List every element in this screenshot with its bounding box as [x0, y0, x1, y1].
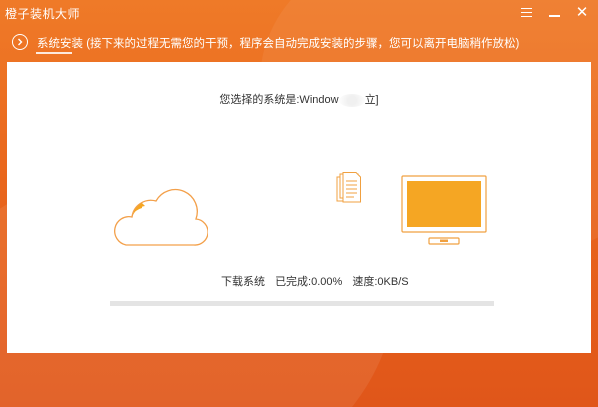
- status-completed: 已完成:0.00%: [275, 276, 343, 288]
- cloud-icon: [114, 188, 208, 246]
- chevron-right-circle-icon: [12, 34, 28, 50]
- redacted-blur: [338, 93, 365, 107]
- minimize-button[interactable]: [543, 2, 565, 22]
- app-window: 橙子装机大师 ✕ 系统安装 (接下来的过程无需您的干预，程序会自动完成安装的步骤…: [0, 0, 598, 407]
- step-bar: 系统安装 (接下来的过程无需您的干预，程序会自动完成安装的步骤，您可以离开电脑稍…: [0, 28, 598, 56]
- status-speed: 速度:0KB/S: [352, 276, 409, 288]
- menu-icon: [520, 7, 532, 17]
- download-status: 下载系统 已完成:0.00% 速度:0KB/S: [221, 273, 416, 289]
- download-progress-bar: [110, 301, 494, 306]
- app-title: 橙子装机大师: [5, 7, 81, 21]
- document-icon: [336, 172, 361, 203]
- minimize-icon: [548, 15, 560, 17]
- step-underline: [36, 52, 72, 54]
- chosen-system-suffix: 立]: [364, 94, 379, 106]
- step-description: 系统安装 (接下来的过程无需您的干预，程序会自动完成安装的步骤，您可以离开电脑稍…: [37, 38, 520, 50]
- chosen-system-prefix: 您选择的系统是:Window: [219, 94, 339, 106]
- menu-button[interactable]: [515, 2, 537, 22]
- monitor-icon: [401, 175, 487, 245]
- close-button[interactable]: ✕: [571, 2, 593, 22]
- status-task: 下载系统: [221, 276, 265, 288]
- bottom-background: [0, 353, 598, 407]
- chosen-system-label: 您选择的系统是:Window 立]: [7, 91, 591, 107]
- close-icon: ✕: [575, 3, 589, 21]
- title-bar[interactable]: 橙子装机大师 ✕: [0, 0, 598, 26]
- install-panel: 您选择的系统是:Window 立] 下载系统 已完成:0.00% 速度:0KB/…: [7, 62, 591, 353]
